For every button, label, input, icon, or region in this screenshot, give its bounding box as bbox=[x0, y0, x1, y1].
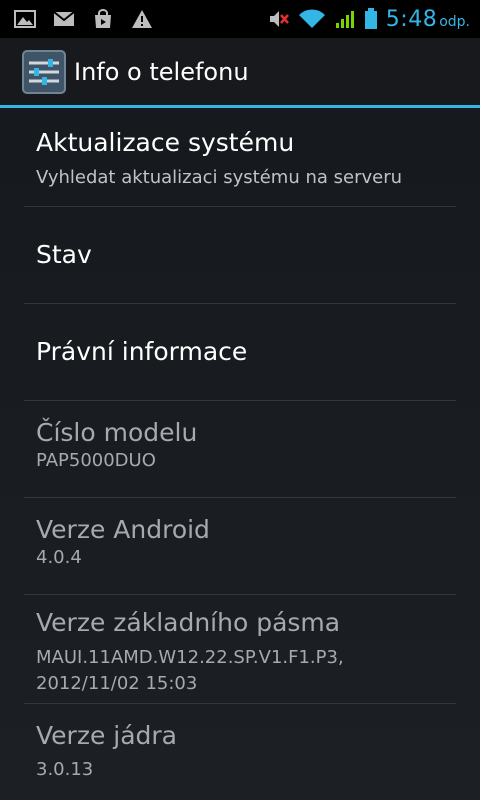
shop-bag-icon bbox=[95, 9, 111, 28]
notification-icons bbox=[0, 9, 153, 29]
list-item-title: Právní informace bbox=[36, 337, 248, 366]
list-item-title: Verze základního pásma bbox=[36, 608, 341, 637]
list-item-kernel-version: Verze jádra 3.0.13 bbox=[24, 704, 456, 800]
list-item-summary: 4.0.4 bbox=[36, 547, 82, 568]
list-item-system-update[interactable]: Aktualizace systému Vyhledat aktualizaci… bbox=[24, 108, 456, 207]
warning-icon bbox=[132, 10, 152, 28]
list-item-model-number: Číslo modelu PAP5000DUO bbox=[24, 401, 456, 498]
list-item-baseband-version: Verze základního pásma MAUI.11AMD.W12.22… bbox=[24, 595, 456, 704]
clock: 5:48 odp. bbox=[386, 7, 470, 32]
list-item-legal-info[interactable]: Právní informace bbox=[24, 304, 456, 401]
list-item-title: Stav bbox=[36, 240, 92, 269]
list-item-title: Verze Android bbox=[36, 515, 210, 544]
wifi-icon bbox=[298, 9, 325, 28]
mute-icon bbox=[269, 11, 289, 27]
page-title: Info o telefonu bbox=[74, 57, 249, 86]
list-item-summary: MAUI.11AMD.W12.22.SP.V1.F1.P3, bbox=[36, 647, 344, 668]
list-item-title: Číslo modelu bbox=[36, 418, 198, 447]
list-item-summary: PAP5000DUO bbox=[36, 450, 156, 471]
list-item-summary-line2: 2012/11/02 15:03 bbox=[36, 673, 198, 694]
list-item-summary: 3.0.13 bbox=[36, 759, 94, 780]
list-item-android-version[interactable]: Verze Android 4.0.4 bbox=[24, 498, 456, 595]
list-item-status[interactable]: Stav bbox=[24, 207, 456, 304]
status-bar: 5:48 odp. bbox=[0, 0, 480, 38]
settings-icon[interactable] bbox=[22, 49, 66, 94]
system-icons: 5:48 odp. bbox=[268, 7, 480, 32]
clock-ampm: odp. bbox=[439, 13, 470, 30]
signal-icon bbox=[335, 11, 354, 28]
clock-time: 5:48 bbox=[385, 6, 438, 32]
list-item-title: Verze jádra bbox=[36, 721, 178, 750]
list-item-summary: Vyhledat aktualizaci systému na serveru bbox=[36, 167, 403, 188]
gmail-icon bbox=[53, 11, 75, 26]
preference-list: Aktualizace systému Vyhledat aktualizaci… bbox=[0, 108, 480, 800]
action-bar: Info o telefonu bbox=[0, 38, 480, 108]
battery-icon bbox=[364, 8, 377, 29]
list-item-title: Aktualizace systému bbox=[36, 128, 295, 157]
image-icon bbox=[14, 10, 36, 28]
